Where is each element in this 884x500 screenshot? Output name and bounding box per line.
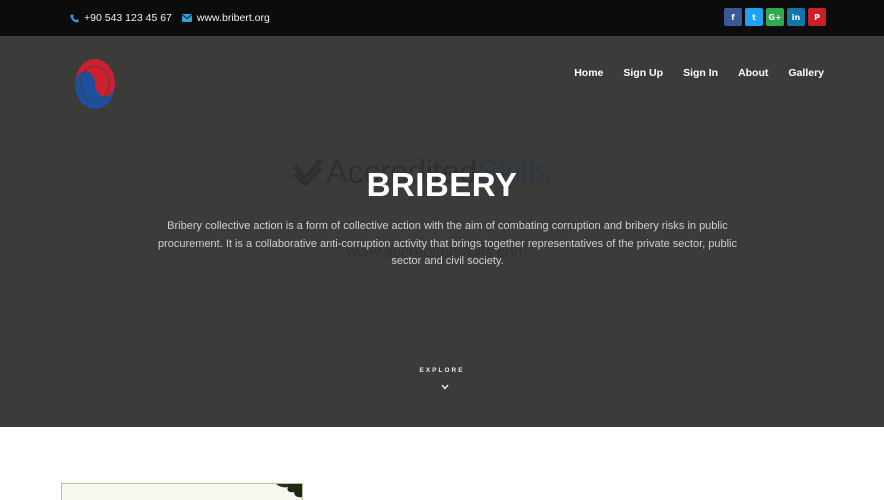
nav-gallery[interactable]: Gallery: [788, 67, 824, 79]
content-image: [61, 483, 303, 500]
hero-description: Bribery collective action is a form of c…: [157, 220, 737, 267]
main-nav: Home Sign Up Sign In About Gallery: [574, 67, 824, 79]
top-contact-bar: +90 543 123 45 67 www.bribert.org f t G+…: [0, 0, 884, 36]
phone-icon: [70, 13, 79, 23]
hero-section: Home Sign Up Sign In About Gallery Accre…: [0, 36, 884, 427]
facebook-icon[interactable]: f: [724, 8, 742, 26]
social-links: f t G+ in P: [724, 8, 826, 26]
nav-home[interactable]: Home: [574, 67, 603, 79]
contact-info: +90 543 123 45 67 www.bribert.org: [70, 12, 280, 24]
phone-number: +90 543 123 45 67: [84, 12, 172, 24]
phone-contact[interactable]: +90 543 123 45 67: [70, 12, 172, 24]
website-contact[interactable]: www.bribert.org: [181, 12, 270, 24]
nav-about[interactable]: About: [738, 67, 768, 79]
website-link: www.bribert.org: [196, 12, 270, 24]
pinterest-icon[interactable]: P: [808, 8, 826, 26]
twitter-icon[interactable]: t: [745, 8, 763, 26]
site-logo[interactable]: [72, 56, 118, 112]
chevron-down-icon[interactable]: [441, 384, 449, 390]
nav-sign-in[interactable]: Sign In: [683, 67, 718, 79]
hero-title: BRIBERY: [366, 166, 518, 203]
tree-decoration: [276, 484, 302, 498]
content-section: [0, 427, 884, 500]
google-plus-icon[interactable]: G+: [766, 8, 784, 26]
nav-sign-up[interactable]: Sign Up: [623, 67, 663, 79]
envelope-icon: [181, 14, 192, 22]
explore-label[interactable]: EXPLORE: [0, 367, 884, 374]
linkedin-icon[interactable]: in: [787, 8, 805, 26]
